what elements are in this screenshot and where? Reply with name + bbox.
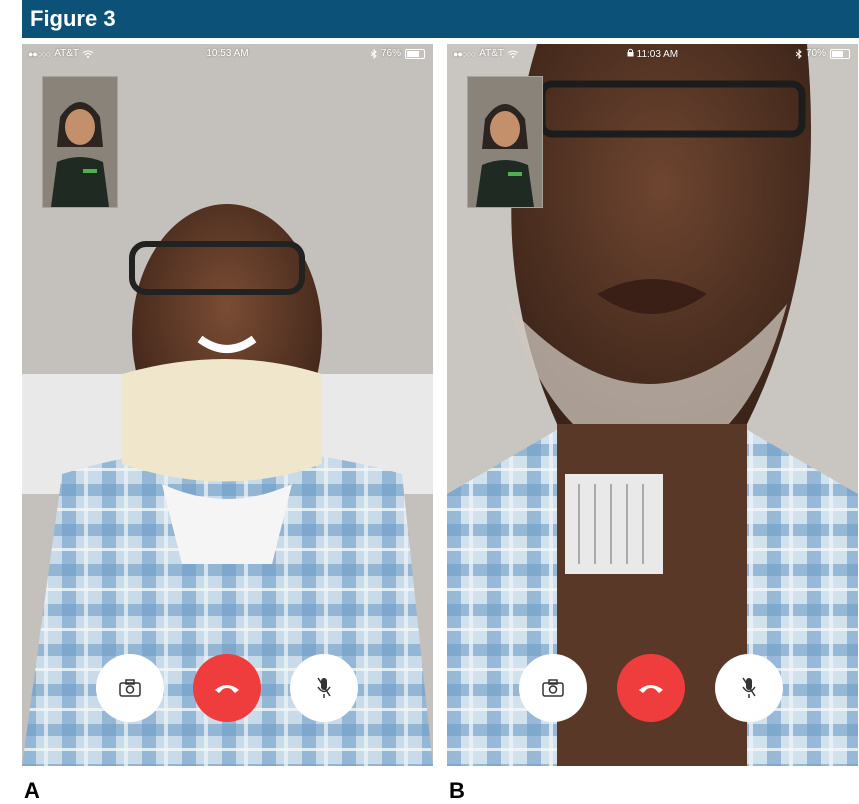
call-controls	[22, 654, 433, 724]
battery-icon	[405, 48, 425, 59]
mute-button[interactable]	[715, 654, 783, 722]
panel-label-b: B	[449, 778, 465, 803]
battery-percent: 76%	[380, 48, 401, 59]
status-bar: ●●○○○ AT&T 11:03 AM 70%	[447, 44, 858, 64]
flip-camera-button[interactable]	[96, 654, 164, 722]
self-view-thumbnail[interactable]	[42, 76, 118, 208]
self-view-thumbnail[interactable]	[467, 76, 543, 208]
mute-button[interactable]	[290, 654, 358, 722]
microphone-mute-icon	[316, 676, 332, 700]
figure-title: Figure 3	[30, 6, 116, 31]
facetime-screen-b: ●●○○○ AT&T 11:03 AM 70%	[447, 44, 858, 766]
battery-icon	[830, 48, 850, 59]
figure-header: Figure 3	[22, 0, 859, 38]
status-time: 11:03 AM	[636, 49, 679, 60]
camera-flip-icon	[542, 679, 564, 697]
bluetooth-icon	[795, 48, 802, 59]
flip-camera-button[interactable]	[519, 654, 587, 722]
lock-icon	[627, 48, 634, 57]
battery-percent: 70%	[805, 48, 826, 59]
end-call-button[interactable]	[617, 654, 685, 722]
phone-hangup-icon	[637, 682, 665, 694]
phone-hangup-icon	[213, 682, 241, 694]
end-call-button[interactable]	[193, 654, 261, 722]
bluetooth-icon	[370, 48, 377, 59]
status-bar: ●●○○○ AT&T 10:53 AM 76%	[22, 44, 433, 64]
call-controls	[447, 654, 858, 724]
microphone-mute-icon	[741, 676, 757, 700]
facetime-screen-a: ●●○○○ AT&T 10:53 AM 76%	[22, 44, 433, 766]
panel-label-a: A	[24, 778, 40, 803]
camera-flip-icon	[119, 679, 141, 697]
